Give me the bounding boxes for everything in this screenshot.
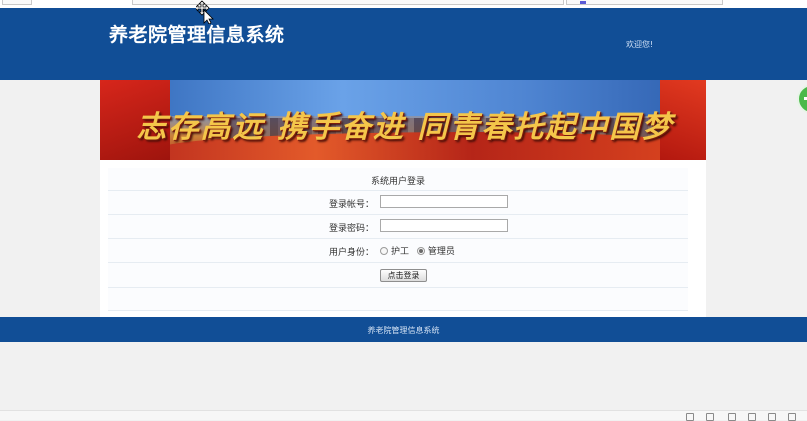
search-bar-fragment[interactable] xyxy=(566,0,723,5)
browser-accent-icon xyxy=(580,1,586,4)
footer-text: 养老院管理信息系统 xyxy=(367,326,440,335)
status-icon[interactable] xyxy=(706,413,714,421)
floating-widget-icon[interactable] xyxy=(797,84,807,114)
account-label: 登录帐号： xyxy=(328,200,374,210)
account-input[interactable] xyxy=(380,195,508,208)
empty-row xyxy=(108,288,688,311)
role-row: 用户身份： 护工 管理员 xyxy=(108,239,688,263)
zoom-icon[interactable] xyxy=(788,413,796,421)
role-admin-label[interactable]: 管理员 xyxy=(428,247,455,257)
role-radio-nurse[interactable] xyxy=(380,247,388,255)
status-icon[interactable] xyxy=(728,413,736,421)
login-button[interactable]: 点击登录 xyxy=(380,269,427,282)
password-row: 登录密码： xyxy=(108,215,688,239)
login-panel: 系统用户登录 登录帐号： 登录密码： 用户身份： 护工 管理员 点击登录 xyxy=(100,160,706,317)
mouse-cursor-icon xyxy=(196,0,214,24)
status-icon[interactable] xyxy=(686,413,694,421)
role-radio-group: 护工 管理员 xyxy=(380,244,460,257)
password-input[interactable] xyxy=(380,219,508,232)
browser-tab-fragment[interactable] xyxy=(2,0,32,5)
role-radio-admin[interactable] xyxy=(416,247,425,255)
site-footer: 养老院管理信息系统 xyxy=(0,317,807,342)
form-title: 系统用户登录 xyxy=(370,177,425,187)
login-form: 系统用户登录 登录帐号： 登录密码： 用户身份： 护工 管理员 点击登录 xyxy=(108,168,688,311)
form-title-row: 系统用户登录 xyxy=(108,168,688,191)
password-label: 登录密码： xyxy=(328,224,374,234)
banner-image: 志存高远 携手奋进 同青春托起中国梦 xyxy=(100,80,706,160)
role-label: 用户身份： xyxy=(328,248,374,258)
submit-row: 点击登录 xyxy=(108,263,688,288)
banner-slogan: 志存高远 携手奋进 同青春托起中国梦 xyxy=(136,110,674,145)
status-icon[interactable] xyxy=(768,413,776,421)
account-row: 登录帐号： xyxy=(108,191,688,215)
volume-icon[interactable] xyxy=(748,413,756,421)
role-nurse-label[interactable]: 护工 xyxy=(391,247,409,257)
site-title: 养老院管理信息系统 xyxy=(109,24,285,46)
site-header: 养老院管理信息系统 欢迎您! xyxy=(0,8,807,80)
welcome-text: 欢迎您! xyxy=(626,40,654,49)
